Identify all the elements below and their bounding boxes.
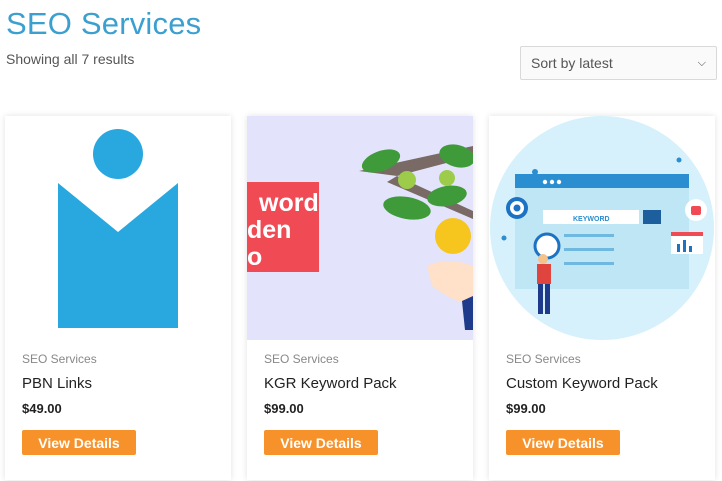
product-price: $99.00 (506, 401, 546, 416)
magnifier-icon (533, 232, 561, 260)
product-category[interactable]: SEO Services (264, 352, 339, 366)
apple-gold-shape (435, 218, 471, 254)
sort-dropdown[interactable]: Sort by latest ⌵ (520, 46, 717, 80)
logo-head-shape (93, 129, 143, 179)
product-title[interactable]: KGR Keyword Pack (264, 375, 397, 392)
product-image-kgr-keyword-pack[interactable]: word den o (247, 116, 473, 340)
image-text-o: o (247, 243, 262, 271)
product-image-pbn-links[interactable] (5, 116, 231, 340)
result-count: Showing all 7 results (6, 51, 135, 67)
product-title[interactable]: PBN Links (22, 375, 92, 392)
page-title: SEO Services (6, 6, 202, 41)
apple-small-shape (398, 171, 416, 189)
person-shape (537, 264, 551, 284)
search-button-shape (643, 210, 661, 224)
view-details-button[interactable]: View Details (506, 430, 620, 455)
view-details-button[interactable]: View Details (264, 430, 378, 455)
product-card-kgr-keyword-pack: word den o SEO Services KGR Keyword Pack… (247, 116, 473, 480)
product-price: $49.00 (22, 401, 62, 416)
image-text-den: den (247, 216, 291, 244)
view-details-button[interactable]: View Details (22, 430, 136, 455)
product-title[interactable]: Custom Keyword Pack (506, 375, 658, 392)
image-keyword-label: KEYWORD (573, 216, 610, 223)
product-card-custom-keyword-pack: KEYWORD SEO Services Custom Keyword Pack… (489, 116, 715, 480)
sort-selected-value: Sort by latest (531, 55, 613, 71)
image-text-word: word (258, 189, 319, 217)
product-image-custom-keyword-pack[interactable]: KEYWORD (489, 116, 715, 340)
product-category[interactable]: SEO Services (22, 352, 97, 366)
chevron-down-icon: ⌵ (697, 56, 706, 69)
product-card-pbn-links: SEO Services PBN Links $49.00 View Detai… (5, 116, 231, 480)
product-category[interactable]: SEO Services (506, 352, 581, 366)
product-price: $99.00 (264, 401, 304, 416)
